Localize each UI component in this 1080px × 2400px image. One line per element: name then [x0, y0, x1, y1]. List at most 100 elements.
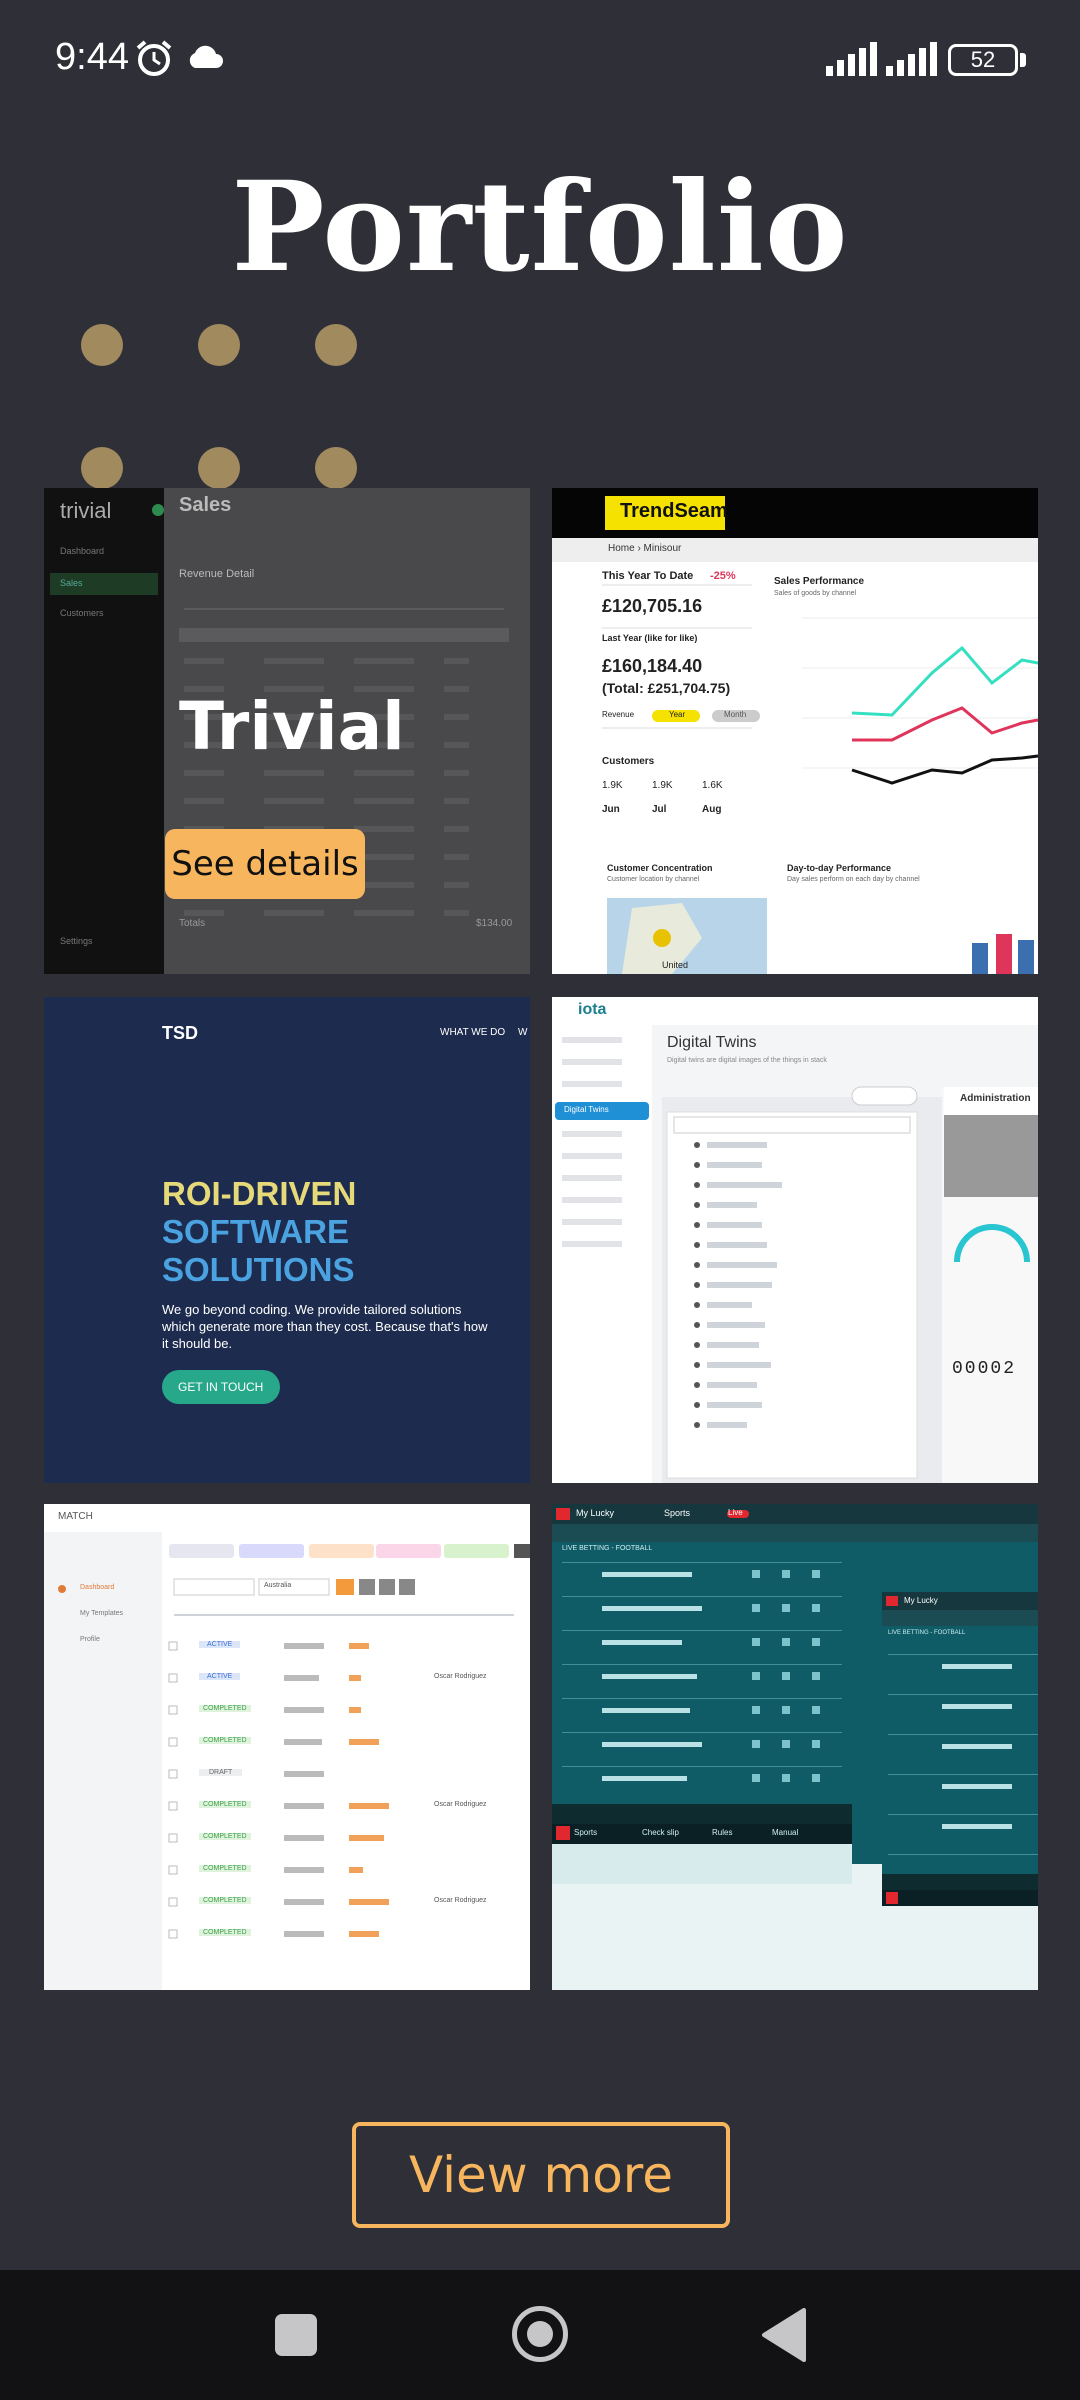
decorative-dot: [198, 324, 240, 366]
trivial-nav-item: Dashboard: [60, 546, 105, 556]
signal-icon: [826, 42, 877, 76]
battery-tip: [1020, 53, 1026, 67]
ytd-value: £120,705.16: [602, 596, 703, 616]
concentration-subtitle: Customer location by channel: [607, 876, 700, 883]
tsd-cta-label: GET IN TOUCH: [178, 1380, 264, 1394]
tsd-headline: ROI-DRIVEN: [162, 1175, 357, 1212]
match-nav-item: Profile: [80, 1636, 100, 1643]
portfolio-tile-iota[interactable]: iota Digital Twins Digital twins are dig…: [552, 997, 1038, 1483]
trendseam-screenshot: [552, 488, 1038, 974]
month-label: Jun: [602, 804, 620, 815]
iota-subtitle: Digital twins are digital images of the …: [667, 1057, 827, 1064]
iota-panel-title: Administration: [960, 1093, 1031, 1104]
page-title: Portfolio: [231, 155, 849, 300]
owner-name: Oscar Rodriguez: [434, 1897, 487, 1904]
tsd-nav-item: W: [518, 1027, 528, 1038]
trivial-nav-item: Settings: [60, 936, 93, 946]
trendseam-breadcrumb: Home › Minisour: [608, 543, 682, 554]
cloud-icon: [189, 45, 223, 68]
tsd-body: it should be.: [162, 1336, 233, 1351]
back-icon[interactable]: [760, 2308, 806, 2362]
trivial-total-label: Totals: [179, 918, 206, 929]
mylucky-tab: Live: [728, 1508, 743, 1517]
status-badge: COMPLETED: [199, 1801, 251, 1808]
mylucky-bottom-nav: Sports: [574, 1828, 598, 1837]
status-badge: COMPLETED: [199, 1897, 251, 1904]
status-badge: COMPLETED: [199, 1929, 251, 1936]
chart-subtitle: Sales of goods by channel: [774, 590, 857, 597]
portfolio-tile-trivial[interactable]: trivial Sales Revenue Detail Dashboard S…: [44, 488, 530, 974]
tile-title: Trivial: [179, 688, 405, 765]
view-more-button[interactable]: View more: [352, 2122, 730, 2228]
ytd-change: -25%: [710, 570, 736, 582]
customers-label: Customers: [602, 756, 655, 767]
owner-name: Oscar Rodriguez: [434, 1801, 487, 1808]
trivial-nav-item: Sales: [60, 578, 83, 588]
mylucky-logo: My Lucky: [576, 1508, 615, 1518]
home-icon-dot: [527, 2321, 553, 2347]
month-label: Jul: [652, 804, 667, 815]
iota-screenshot: [552, 997, 1038, 1483]
status-badge: ACTIVE: [199, 1673, 241, 1680]
match-nav-item: Dashboard: [80, 1584, 115, 1591]
portfolio-tile-tsd[interactable]: TSD WHAT WE DO W ROI-DRIVEN SOFTWARE SOL…: [44, 997, 530, 1483]
map-label: United: [662, 960, 689, 970]
mylucky-bottom-nav: Manual: [772, 1828, 799, 1837]
tsd-logo: TSD: [162, 1023, 198, 1043]
decorative-dot: [81, 324, 123, 366]
mylucky-bottom-nav: Check slip: [642, 1828, 679, 1837]
alarm-icon: [136, 40, 172, 76]
ytd-label: This Year To Date: [602, 570, 694, 582]
status-badge: DRAFT: [199, 1769, 243, 1776]
recents-icon[interactable]: [275, 2314, 317, 2356]
signal-icon: [886, 42, 937, 76]
decorative-dot: [315, 447, 357, 489]
trivial-sub: Revenue Detail: [179, 568, 255, 580]
iota-active-nav: Digital Twins: [564, 1105, 609, 1114]
match-filter: Australia: [264, 1582, 292, 1589]
mylucky-logo: My Lucky: [904, 1596, 938, 1605]
last-year-label: Last Year (like for like): [602, 633, 698, 643]
customer-count: 1.9K: [602, 780, 623, 791]
iota-title: Digital Twins: [667, 1034, 757, 1051]
trendseam-logo: TrendSeam: [620, 500, 728, 522]
mylucky-title: LIVE BETTING - FOOTBALL: [888, 1630, 966, 1636]
decorative-dot: [81, 447, 123, 489]
customer-count: 1.6K: [702, 780, 723, 791]
owner-name: Oscar Rodriguez: [434, 1673, 487, 1680]
day-performance-subtitle: Day sales perform on each day by channel: [787, 876, 920, 883]
mylucky-screenshot: [552, 1504, 1038, 1990]
tsd-body: We go beyond coding. We provide tailored…: [162, 1302, 462, 1317]
status-bar: 9:44 52: [0, 0, 1080, 120]
status-badge: COMPLETED: [199, 1705, 251, 1712]
tsd-body: which generate more than they cost. Beca…: [162, 1319, 488, 1334]
status-time: 9:44: [55, 36, 129, 78]
trivial-logo: trivial: [60, 498, 112, 523]
decorative-dot: [198, 447, 240, 489]
home-icon[interactable]: [512, 2306, 568, 2362]
portfolio-tile-mylucky[interactable]: My Lucky Sports Live LIVE BETTING - FOOT…: [552, 1504, 1038, 1990]
portfolio-tile-match[interactable]: MATCH Dashboard My Templates Profile Aus…: [44, 1504, 530, 1990]
revenue-label: Revenue: [602, 710, 635, 719]
portfolio-tile-trendseam[interactable]: TrendSeam Home › Minisour This Year To D…: [552, 488, 1038, 974]
battery-icon: 52: [948, 44, 1018, 76]
last-year-total: (Total: £251,704.75): [602, 680, 731, 696]
year-toggle: Year: [669, 710, 686, 719]
tsd-headline: SOLUTIONS: [162, 1251, 355, 1288]
status-badge: COMPLETED: [199, 1737, 251, 1744]
customer-count: 1.9K: [652, 780, 673, 791]
concentration-title: Customer Concentration: [607, 863, 713, 873]
tsd-headline: SOFTWARE: [162, 1213, 349, 1250]
see-details-button[interactable]: See details: [165, 829, 365, 899]
trivial-total-value: $134.00: [476, 918, 513, 929]
match-logo: MATCH: [58, 1511, 93, 1522]
mylucky-tab: Sports: [664, 1508, 691, 1518]
month-label: Aug: [702, 804, 722, 815]
mylucky-bottom-nav: Rules: [712, 1828, 733, 1837]
match-screenshot: [44, 1532, 530, 1990]
match-nav-item: My Templates: [80, 1610, 124, 1617]
trivial-nav-item: Customers: [60, 608, 104, 618]
status-badge: COMPLETED: [199, 1865, 251, 1872]
mylucky-title: LIVE BETTING - FOOTBALL: [562, 1545, 653, 1552]
day-performance-title: Day-to-day Performance: [787, 863, 892, 873]
